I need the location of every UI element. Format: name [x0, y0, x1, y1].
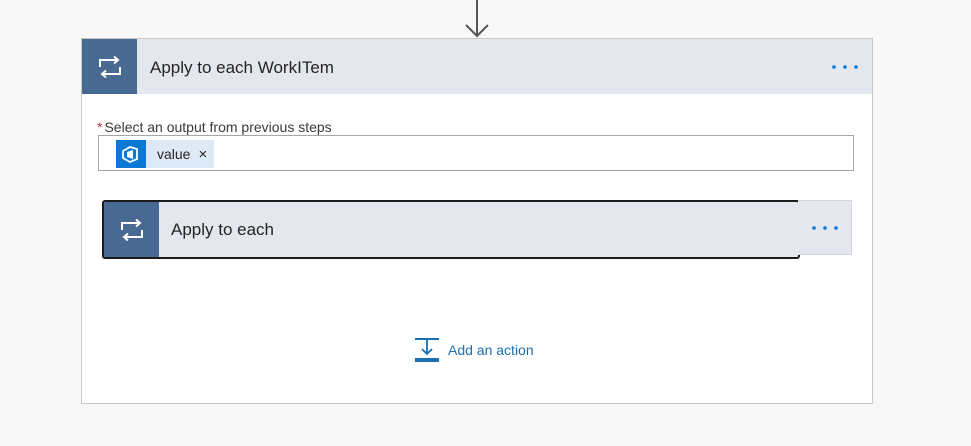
flow-connector-arrow-icon [465, 0, 489, 38]
select-output-label: * Select an output from previous steps [97, 119, 332, 135]
apply-to-each-workitem-header[interactable]: Apply to each WorkITem [82, 39, 872, 94]
add-an-action-label: Add an action [448, 342, 534, 358]
loop-icon [104, 202, 159, 257]
loop-icon [82, 39, 137, 94]
ellipsis-icon[interactable] [825, 52, 865, 82]
value-token[interactable]: value × [116, 140, 215, 168]
add-an-action-button[interactable]: Add an action [414, 336, 534, 364]
add-action-icon [415, 338, 439, 362]
ellipsis-icon[interactable] [798, 200, 852, 255]
apply-to-each-title: Apply to each [171, 220, 275, 239]
required-marker: * [97, 119, 103, 135]
apply-to-each-workitem-card: Apply to each WorkITem * Select an output… [81, 38, 873, 404]
apply-to-each-card[interactable]: Apply to each [102, 200, 800, 259]
remove-token-icon[interactable]: × [198, 147, 214, 162]
value-token-label: value [157, 146, 191, 162]
select-output-label-text: Select an output from previous steps [104, 119, 332, 135]
azure-devops-icon [116, 140, 146, 168]
apply-to-each-workitem-title: Apply to each WorkITem [150, 58, 334, 77]
select-output-input[interactable]: value × [98, 135, 854, 171]
